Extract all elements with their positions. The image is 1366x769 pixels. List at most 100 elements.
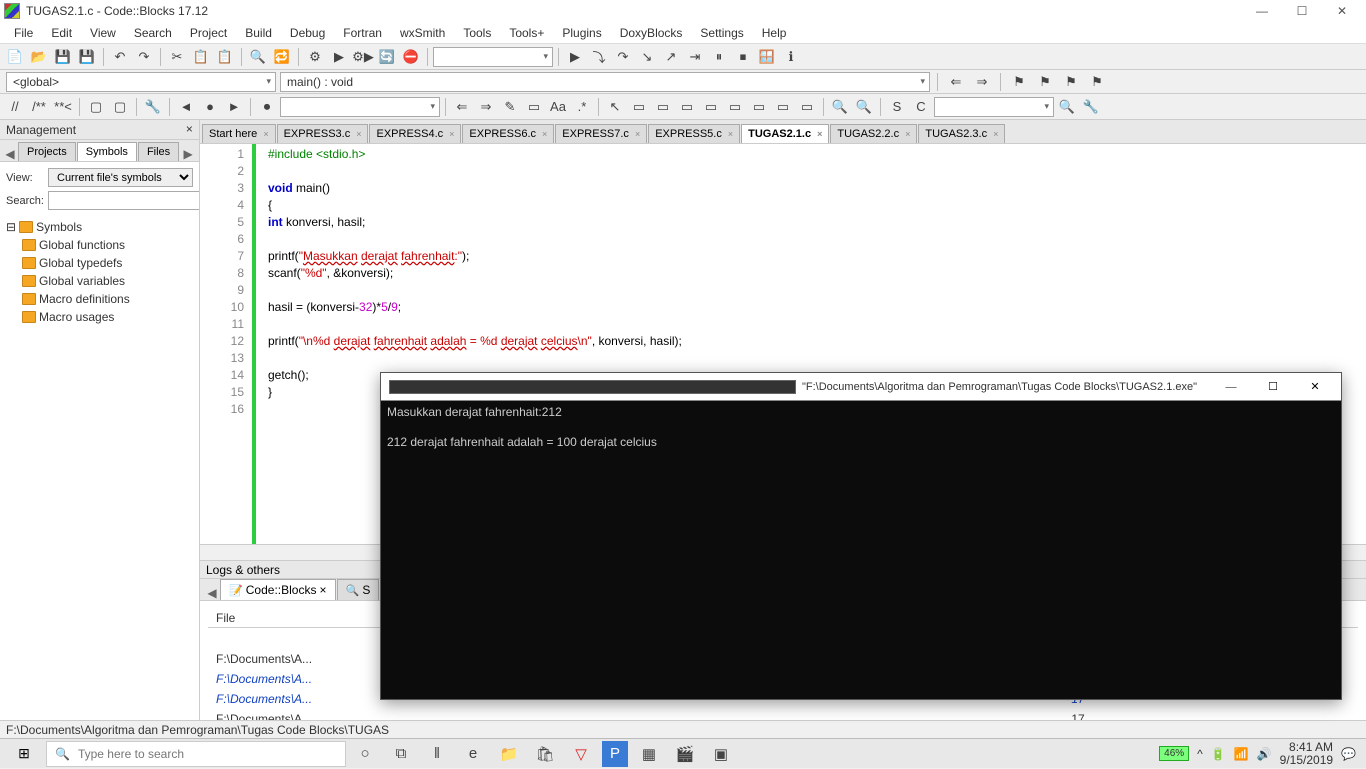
tree-item[interactable]: Macro usages xyxy=(4,308,195,326)
console-minimize-button[interactable]: — xyxy=(1213,381,1249,393)
editor-tab[interactable]: TUGAS2.1.c × xyxy=(741,124,829,143)
rect2-icon[interactable]: ▭ xyxy=(652,96,674,118)
menu-tools+[interactable]: Tools+ xyxy=(501,24,552,42)
tab-close-icon[interactable]: × xyxy=(728,129,733,139)
doxy1-icon[interactable]: ▢ xyxy=(85,96,107,118)
regex-icon[interactable]: .* xyxy=(571,96,593,118)
scope-func-combo[interactable]: main() : void xyxy=(280,72,930,92)
close-button[interactable]: ✕ xyxy=(1322,0,1362,22)
break-icon[interactable]: ⏸ xyxy=(708,46,730,68)
tab-close-icon[interactable]: × xyxy=(817,129,822,139)
rect1-icon[interactable]: ▭ xyxy=(628,96,650,118)
scope-global-combo[interactable]: <global> xyxy=(6,72,276,92)
zoom-in-icon[interactable]: 🔍 xyxy=(829,96,851,118)
tree-item[interactable]: Global typedefs xyxy=(4,254,195,272)
cortana-icon[interactable]: ○ xyxy=(348,739,382,769)
nav-fwd-icon[interactable]: ► xyxy=(223,96,245,118)
edge-icon[interactable]: e xyxy=(456,739,490,769)
menu-file[interactable]: File xyxy=(6,24,41,42)
menu-wxsmith[interactable]: wxSmith xyxy=(392,24,453,42)
build-icon[interactable]: ⚙ xyxy=(304,46,326,68)
tab-projects[interactable]: Projects xyxy=(18,142,76,161)
bookmark-flag-icon[interactable]: ⚑ xyxy=(1008,71,1030,93)
editor-tab[interactable]: Start here × xyxy=(202,124,276,143)
editor-tab[interactable]: EXPRESS5.c × xyxy=(648,124,740,143)
tab-symbols[interactable]: Symbols xyxy=(77,142,137,161)
tree-item[interactable]: Macro definitions xyxy=(4,290,195,308)
notification-icon[interactable]: 💬 xyxy=(1341,747,1356,761)
menu-fortran[interactable]: Fortran xyxy=(335,24,390,42)
c-icon[interactable]: C xyxy=(910,96,932,118)
macro-combo[interactable] xyxy=(280,97,440,117)
step-out-icon[interactable]: ↗ xyxy=(660,46,682,68)
tree-item[interactable]: Global functions xyxy=(4,236,195,254)
select-all-icon[interactable]: ▭ xyxy=(523,96,545,118)
arrow-right-icon[interactable]: ⇒ xyxy=(475,96,497,118)
replace-icon[interactable]: 🔁 xyxy=(271,46,293,68)
management-close-icon[interactable]: × xyxy=(186,123,193,137)
editor-tab[interactable]: EXPRESS4.c × xyxy=(369,124,461,143)
editor-tab[interactable]: TUGAS2.2.c × xyxy=(830,124,917,143)
menu-edit[interactable]: Edit xyxy=(43,24,80,42)
console-maximize-button[interactable]: ☐ xyxy=(1255,380,1291,393)
console-window[interactable]: "F:\Documents\Algoritma dan Pemrograman\… xyxy=(380,372,1342,700)
open-file-icon[interactable]: 📂 xyxy=(28,46,50,68)
rect8-icon[interactable]: ▭ xyxy=(796,96,818,118)
console-output[interactable]: Masukkan derajat fahrenhait:212 212 dera… xyxy=(381,401,1341,454)
mcafee-icon[interactable]: ▽ xyxy=(564,739,598,769)
console-close-button[interactable]: ✕ xyxy=(1297,380,1333,393)
toggle-comment-icon[interactable]: // xyxy=(4,96,26,118)
app2-icon[interactable]: 🎬 xyxy=(668,739,702,769)
minimize-button[interactable]: — xyxy=(1242,0,1282,22)
tray-wifi-icon[interactable]: 📶 xyxy=(1234,747,1249,761)
app1-icon[interactable]: P xyxy=(602,741,628,767)
menu-view[interactable]: View xyxy=(82,24,124,42)
store-icon[interactable]: 🛍 xyxy=(528,739,562,769)
logs-tab-search[interactable]: 🔍 S xyxy=(337,579,380,600)
info-icon[interactable]: ℹ xyxy=(780,46,802,68)
next-bookmark-icon[interactable]: ⚑ xyxy=(1060,71,1082,93)
codeblocks-taskbar-icon[interactable]: ▦ xyxy=(632,739,666,769)
taskview-icon[interactable]: ⧉ xyxy=(384,739,418,769)
cut-icon[interactable]: ✂ xyxy=(166,46,188,68)
nav-back-icon[interactable]: ◄ xyxy=(175,96,197,118)
match-case-icon[interactable]: Aa xyxy=(547,96,569,118)
mgmt-tab-right-icon[interactable]: ▶ xyxy=(180,147,196,161)
console-taskbar-icon[interactable]: ▣ xyxy=(704,739,738,769)
run-icon[interactable]: ▶ xyxy=(328,46,350,68)
extra-combo[interactable] xyxy=(934,97,1054,117)
tray-battery-icon[interactable]: 🔋 xyxy=(1211,747,1226,761)
back-icon[interactable]: ⇐ xyxy=(945,71,967,93)
wrench-icon[interactable]: 🔧 xyxy=(142,96,164,118)
copy-icon[interactable]: 📋 xyxy=(190,46,212,68)
tab-close-icon[interactable]: × xyxy=(356,129,361,139)
tree-item[interactable]: Global variables xyxy=(4,272,195,290)
explorer-icon[interactable]: 📁 xyxy=(492,739,526,769)
mgmt-tab-left-icon[interactable]: ◀ xyxy=(2,147,18,161)
clock[interactable]: 8:41 AM 9/15/2019 xyxy=(1280,741,1333,767)
tab-close-icon[interactable]: × xyxy=(635,129,640,139)
doxy2-icon[interactable]: ▢ xyxy=(109,96,131,118)
console-titlebar[interactable]: "F:\Documents\Algoritma dan Pemrograman\… xyxy=(381,373,1341,401)
pause-icon[interactable]: ‖ xyxy=(420,739,454,769)
tray-up-icon[interactable]: ^ xyxy=(1197,747,1203,761)
rect3-icon[interactable]: ▭ xyxy=(676,96,698,118)
prev-bookmark-icon[interactable]: ⚑ xyxy=(1034,71,1056,93)
tab-close-icon[interactable]: × xyxy=(263,129,268,139)
step-over-icon[interactable]: ↷ xyxy=(612,46,634,68)
tab-close-icon[interactable]: × xyxy=(449,129,454,139)
menu-doxyblocks[interactable]: DoxyBlocks xyxy=(612,24,691,42)
tab-files[interactable]: Files xyxy=(138,142,179,161)
tab-close-icon[interactable]: × xyxy=(993,129,998,139)
undo-icon[interactable]: ↶ xyxy=(109,46,131,68)
cursor-icon[interactable]: ↖ xyxy=(604,96,626,118)
settings-icon[interactable]: 🔧 xyxy=(1080,96,1102,118)
menu-project[interactable]: Project xyxy=(182,24,235,42)
battery-indicator[interactable]: 46% xyxy=(1159,746,1189,761)
line-comment-icon[interactable]: **< xyxy=(52,96,74,118)
logs-tab-codeblocks[interactable]: 📝 Code::Blocks × xyxy=(220,579,336,600)
stop-debug-icon[interactable]: ⏹ xyxy=(732,46,754,68)
debug-windows-icon[interactable]: 🪟 xyxy=(756,46,778,68)
build-run-icon[interactable]: ⚙▶ xyxy=(352,46,374,68)
arrow-left-icon[interactable]: ⇐ xyxy=(451,96,473,118)
